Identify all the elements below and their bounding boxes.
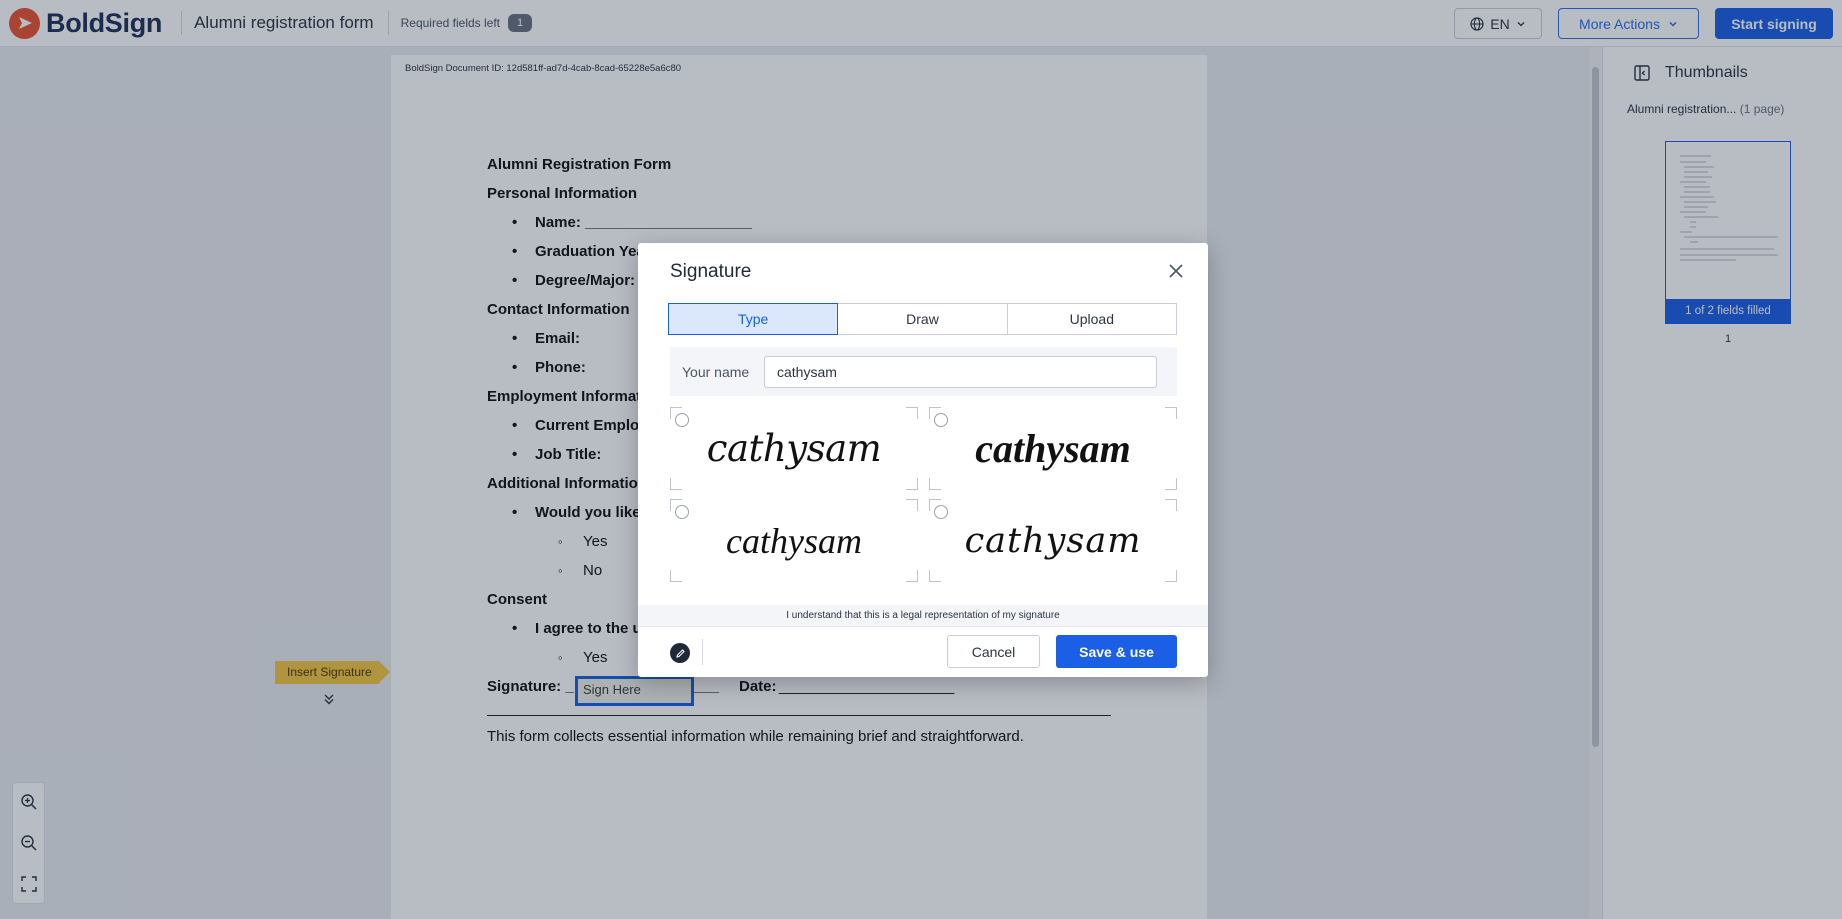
your-name-label: Your name — [682, 363, 750, 380]
close-button[interactable] — [1166, 261, 1186, 281]
signature-preview: cathysam — [975, 426, 1131, 471]
name-row: Your name cathysam — [670, 347, 1177, 396]
footer-divider — [702, 639, 703, 665]
tab-type[interactable]: Type — [668, 303, 839, 335]
your-name-input[interactable]: cathysam — [764, 355, 1157, 388]
legal-disclaimer: I understand that this is a legal repres… — [638, 605, 1208, 626]
signature-option-3[interactable]: cathysam — [670, 499, 918, 582]
signature-option-2[interactable]: cathysam — [929, 407, 1177, 490]
tab-draw[interactable]: Draw — [837, 303, 1008, 335]
signature-preview: cathysam — [706, 427, 882, 470]
dialog-footer: Cancel Save & use — [638, 626, 1208, 677]
dialog-title: Signature — [670, 261, 752, 282]
signature-preview: cathysam — [726, 520, 862, 561]
signature-dialog: Signature Type Draw Upload Your name cat… — [638, 243, 1208, 677]
save-and-use-button[interactable]: Save & use — [1056, 635, 1177, 668]
edit-icon[interactable] — [670, 643, 690, 663]
signature-mode-tabs: Type Draw Upload — [668, 303, 1177, 335]
close-icon — [1169, 264, 1183, 278]
signature-preview: cathysam — [964, 520, 1142, 561]
tab-upload[interactable]: Upload — [1006, 303, 1177, 335]
signature-option-4[interactable]: cathysam — [929, 499, 1177, 582]
signature-style-options: cathysam cathysam cathysam cathysam — [670, 407, 1177, 587]
signature-option-1[interactable]: cathysam — [670, 407, 918, 490]
cancel-button[interactable]: Cancel — [947, 635, 1040, 668]
